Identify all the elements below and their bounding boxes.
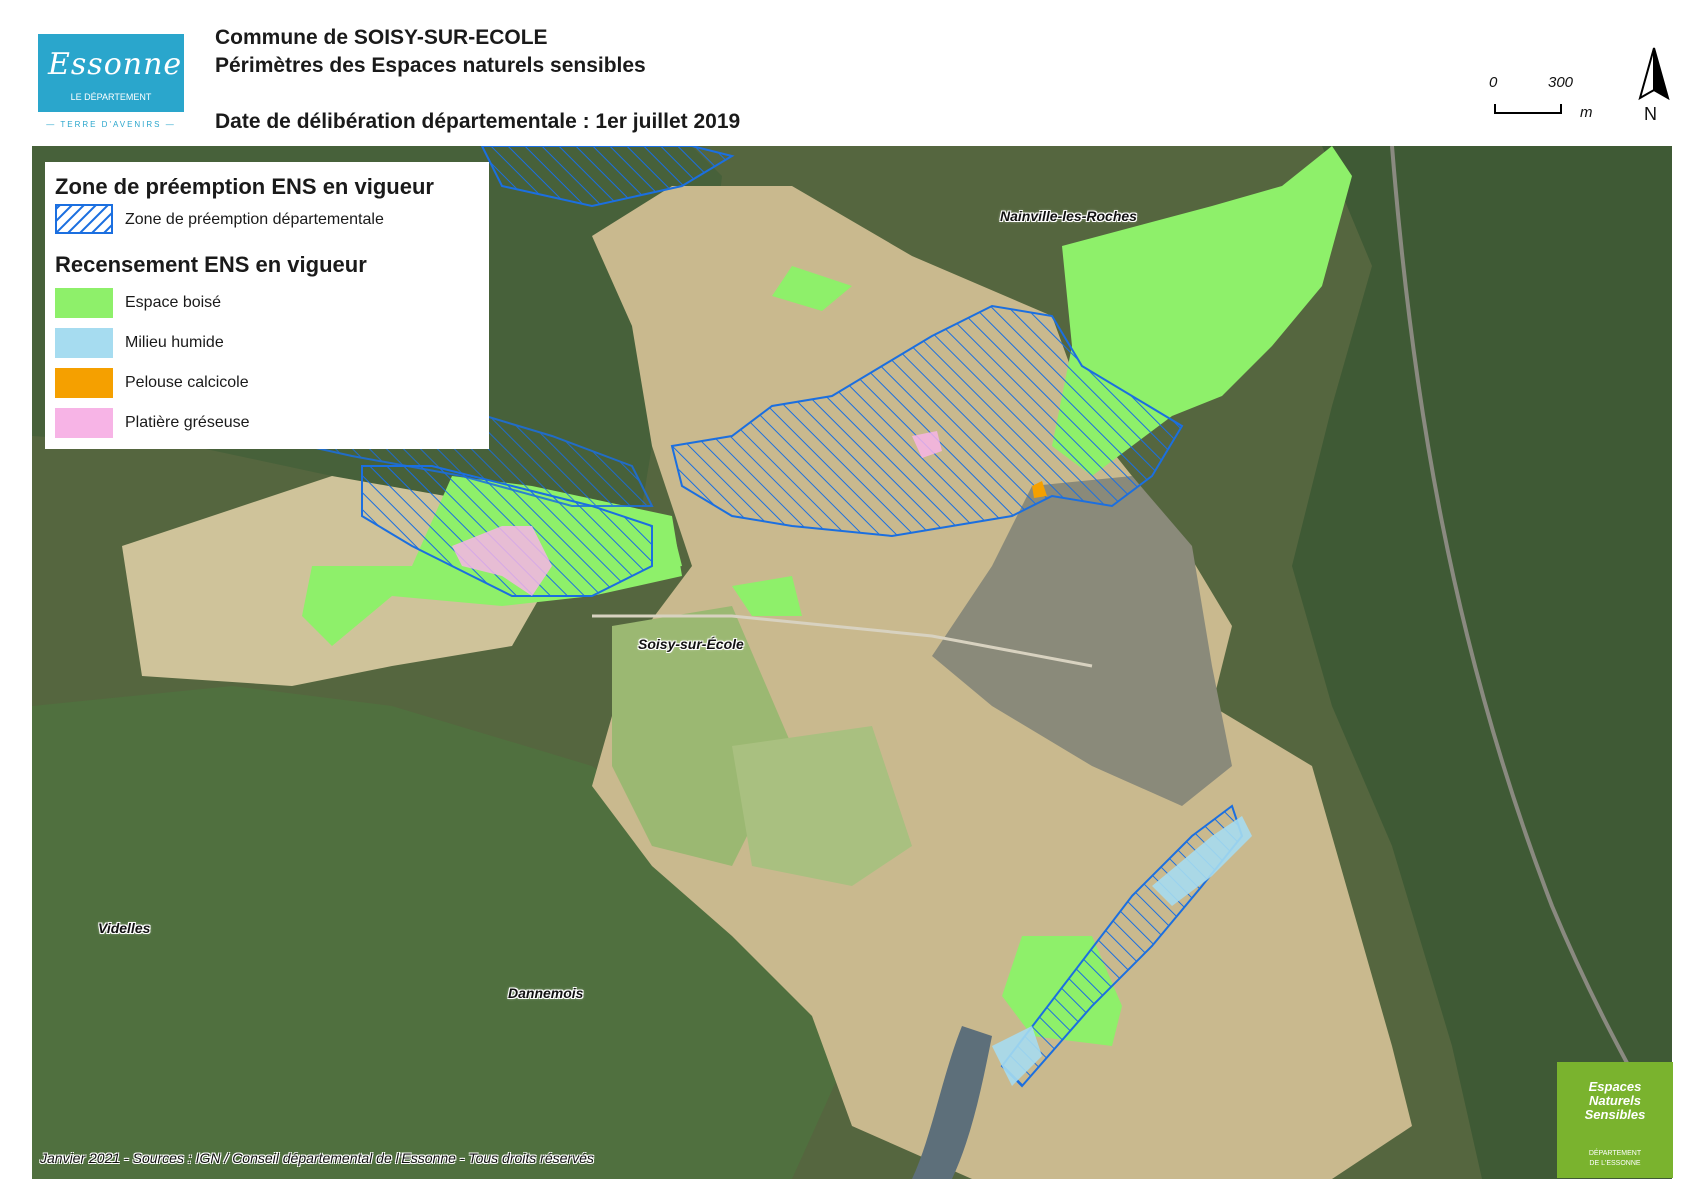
legend-swatch-preemption: [55, 204, 113, 234]
legend-label-preemption: Zone de préemption départementale: [125, 211, 384, 228]
essonne-logo-script: Essonne: [48, 47, 183, 82]
scale-start-label: 0: [1489, 74, 1498, 91]
ens-logo-line3: Sensibles: [1584, 1107, 1646, 1122]
place-label-nainville: Nainville-les-Roches: [1000, 208, 1137, 224]
legend-swatch-milieu-humide: [55, 328, 113, 358]
essonne-logo-tagline: — TERRE D'AVENIRS —: [46, 120, 176, 129]
map-title-commune: Commune de SOISY-SUR-ECOLE: [215, 26, 548, 49]
legend-swatch-platiere-greseuse: [55, 408, 113, 438]
map-title-perimeters: Périmètres des Espaces naturels sensible…: [215, 54, 646, 77]
legend-label-milieu-humide: Milieu humide: [125, 334, 224, 351]
essonne-logo: Essonne LE DÉPARTEMENT — TERRE D'AVENIRS…: [38, 34, 184, 134]
ens-logo-line2: Naturels: [1588, 1093, 1642, 1108]
legend-section-recensement-title: Recensement ENS en vigueur: [55, 252, 367, 277]
map-credits: Janvier 2021 - Sources : IGN / Conseil d…: [40, 1150, 594, 1166]
legend-swatch-espace-boise: [55, 288, 113, 318]
north-arrow-label: N: [1644, 104, 1657, 124]
legend-label-espace-boise: Espace boisé: [125, 294, 222, 311]
place-label-dannemois: Dannemois: [508, 985, 584, 1001]
map-legend: Zone de préemption ENS en vigueur Zone d…: [45, 162, 489, 449]
legend-section-preemption-title: Zone de préemption ENS en vigueur: [55, 174, 434, 199]
essonne-logo-badge: Essonne LE DÉPARTEMENT: [38, 34, 184, 112]
scale-bar: [1494, 104, 1562, 114]
legend-label-platiere-greseuse: Platière gréseuse: [125, 414, 250, 431]
ens-logo: Espaces Naturels Sensibles DÉPARTEMENT D…: [1557, 1062, 1673, 1178]
legend-label-pelouse-calcicole: Pelouse calcicole: [125, 374, 249, 391]
place-label-videlles: Videlles: [98, 920, 151, 936]
legend-swatch-pelouse-calcicole: [55, 368, 113, 398]
map-title-deliberation-date: Date de délibération départementale : 1e…: [215, 110, 741, 133]
ens-logo-dept1: DÉPARTEMENT: [1588, 1150, 1642, 1157]
ens-logo-dept2: DE L'ESSONNE: [1589, 1160, 1641, 1167]
scale-unit-label: m: [1580, 104, 1593, 121]
ens-logo-line1: Espaces: [1588, 1079, 1642, 1094]
scale-end-label: 300: [1548, 74, 1574, 91]
place-label-soisy: Soisy-sur-École: [638, 636, 744, 652]
essonne-logo-subtitle: LE DÉPARTEMENT: [70, 92, 152, 102]
